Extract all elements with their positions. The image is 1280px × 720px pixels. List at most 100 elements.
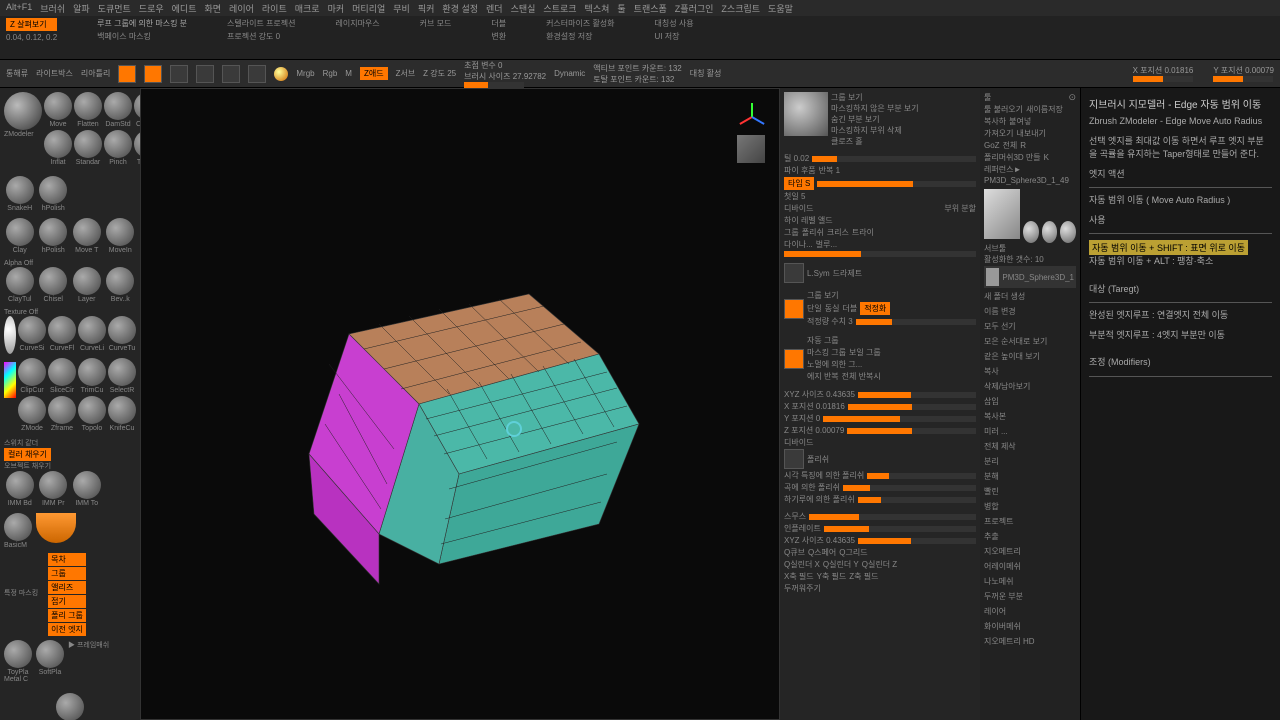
tools-list-item[interactable]: 빨린 [984, 484, 1076, 499]
brush-icon[interactable] [74, 92, 102, 120]
transform-label[interactable]: 변환 [491, 31, 506, 42]
slider[interactable] [812, 156, 976, 162]
qgrid-label[interactable]: Q그리드 [839, 547, 867, 558]
menu-item[interactable]: 레이어 [229, 2, 254, 14]
focal-label[interactable]: 초점 변수 0 [464, 60, 546, 71]
xfield-label[interactable]: X축 필드 [784, 571, 814, 582]
saveui-label[interactable]: UI 저장 [655, 31, 694, 42]
tools-list-item[interactable]: 나노메쉬 [984, 574, 1076, 589]
paste-button[interactable]: 붙여넣 [1009, 116, 1031, 127]
move-button[interactable] [170, 65, 188, 83]
close-hole-label[interactable]: 클로즈 홀 [831, 136, 976, 147]
tools-list-item[interactable]: 화이버메쉬 [984, 619, 1076, 634]
rotate-button[interactable] [222, 65, 240, 83]
export-button[interactable]: 내보내기 [1016, 128, 1045, 139]
symmetry-label[interactable]: 대칭성 사용 [655, 18, 694, 29]
brushsize-label[interactable]: 브러시 사이즈 27.92782 [464, 71, 546, 82]
menu-item[interactable]: 스탠실 [511, 2, 536, 14]
xpos-label[interactable]: X 포지션 0.01816 [1133, 65, 1194, 76]
group-label[interactable]: 그룹 [784, 227, 799, 238]
viewcube-icon[interactable] [737, 135, 765, 163]
tools-list-item[interactable]: 새 폴더 생성 [984, 289, 1076, 304]
zpos-label[interactable]: Z 포지션 0.00079 [784, 425, 844, 436]
autogroup-label[interactable]: 자동 그룹 [807, 335, 839, 346]
framemesh-label[interactable]: ▶ 프레임매쉬 [68, 640, 109, 676]
subtool-name-label[interactable]: PM3D_Sphere3D_1 [1002, 273, 1074, 282]
menu-item[interactable]: 머티리얼 [352, 2, 385, 14]
brush-icon[interactable] [73, 218, 101, 246]
brush-icon[interactable] [6, 176, 34, 204]
lsym-icon[interactable] [784, 263, 804, 283]
zsub-button[interactable]: Z서브 [396, 68, 416, 79]
goz-button[interactable]: GoZ [984, 141, 1000, 150]
import-button[interactable]: 가져오기 [984, 128, 1013, 139]
view-hidden-label[interactable]: 숨긴 부분 보기 [831, 114, 976, 125]
tools-list-item[interactable]: 분리 [984, 454, 1076, 469]
polish1-label[interactable]: 시각 특징에 의한 폴리쉬 [784, 470, 864, 481]
mrgb-label[interactable]: Mrgb [296, 69, 314, 78]
menu-item[interactable]: 화면 [204, 2, 221, 14]
brush-icon[interactable] [78, 358, 106, 386]
saveprefs-label[interactable]: 환경설정 저장 [546, 31, 614, 42]
slider[interactable] [867, 473, 976, 479]
brush-icon[interactable] [44, 92, 72, 120]
brush-icon[interactable] [6, 471, 34, 499]
view-unmasked-label[interactable]: 마스킹하지 않은 부분 보기 [831, 103, 976, 114]
zadd-button[interactable]: Z애드 [360, 67, 388, 80]
tools-list-item[interactable]: 추출 [984, 529, 1076, 544]
backface-mask-label[interactable]: 백페이스 마스킹 [97, 31, 187, 42]
orange-list-item[interactable]: 앨리즈 [48, 581, 86, 594]
slider[interactable] [848, 404, 976, 410]
delete-masked-label[interactable]: 마스킹하지 부위 삭제 [831, 125, 976, 136]
tools-list-item[interactable]: 어레이메쉬 [984, 559, 1076, 574]
brush-icon[interactable] [18, 358, 46, 386]
polish-label[interactable]: 폴리쉬 [802, 227, 824, 238]
time-button[interactable]: 타임 S [784, 177, 814, 190]
maskgroup-label[interactable]: 마스킹 그룹 [807, 347, 846, 358]
brush-icon[interactable] [44, 130, 72, 158]
polish3-label[interactable]: 하기루에 의한 폴리쉬 [784, 494, 855, 505]
color-picker[interactable] [4, 362, 16, 398]
menu-item[interactable]: 환경 설정 [442, 2, 478, 14]
tools-list-item[interactable]: 복사본 [984, 409, 1076, 424]
same-label[interactable]: 동실 [825, 303, 840, 314]
brush-icon[interactable] [39, 267, 67, 295]
qcylz-label[interactable]: Q실린더 Z [862, 559, 897, 570]
projection-strength-label[interactable]: 프로젝션 강도 0 [227, 31, 295, 42]
qcube-label[interactable]: Q큐브 [784, 547, 805, 558]
brush-icon[interactable] [39, 176, 67, 204]
brush-icon[interactable] [4, 640, 32, 668]
ballo-label[interactable]: 벌루... [816, 239, 837, 250]
metal-label[interactable]: Metal C [4, 676, 136, 683]
polish2-label[interactable]: 곡에 의한 폴리쉬 [784, 482, 840, 493]
fill-color-button[interactable]: 컬러 채우기 [4, 448, 51, 461]
r-button[interactable]: R [1020, 141, 1026, 150]
tool-thumb[interactable] [1023, 221, 1039, 243]
active-tool-thumb[interactable] [984, 189, 1020, 239]
brush-icon[interactable] [74, 130, 102, 158]
tools-list-item[interactable]: 두꺼운 부분 [984, 589, 1076, 604]
slider[interactable] [843, 485, 976, 491]
projection-label[interactable]: 스텔라이트 프로젝션 [227, 18, 295, 29]
tools-list-item[interactable]: 프로젝트 [984, 514, 1076, 529]
slider[interactable] [847, 428, 976, 434]
tools-list-item[interactable]: 지오메트리 [984, 544, 1076, 559]
menu-item[interactable]: Alt+F1 [6, 2, 32, 14]
menu-item[interactable]: 툴 [617, 2, 625, 14]
tools-list-item[interactable]: 모두 선기 [984, 319, 1076, 334]
saveas-button[interactable]: 새이름저장 [1026, 104, 1063, 115]
brush-icon[interactable] [108, 396, 136, 424]
qsphere-label[interactable]: Q스페어 [808, 547, 836, 558]
ypos-label[interactable]: Y 포지션 0.00079 [1213, 65, 1274, 76]
edge-repeat-label[interactable]: 에지 반복 [807, 371, 839, 382]
tools-list-item[interactable]: 분해 [984, 469, 1076, 484]
all-button[interactable]: 전체 [1003, 140, 1018, 151]
brush-icon[interactable] [73, 267, 101, 295]
close-icon[interactable]: ⊙ [1068, 92, 1076, 103]
customize-label[interactable]: 커스터마이즈 활성화 [546, 18, 614, 29]
rgb-label[interactable]: Rgb [323, 69, 338, 78]
active-brush-icon[interactable] [4, 92, 42, 130]
brush-icon[interactable] [78, 316, 106, 344]
brush-icon[interactable] [106, 218, 134, 246]
preview-thumb[interactable] [784, 92, 828, 136]
